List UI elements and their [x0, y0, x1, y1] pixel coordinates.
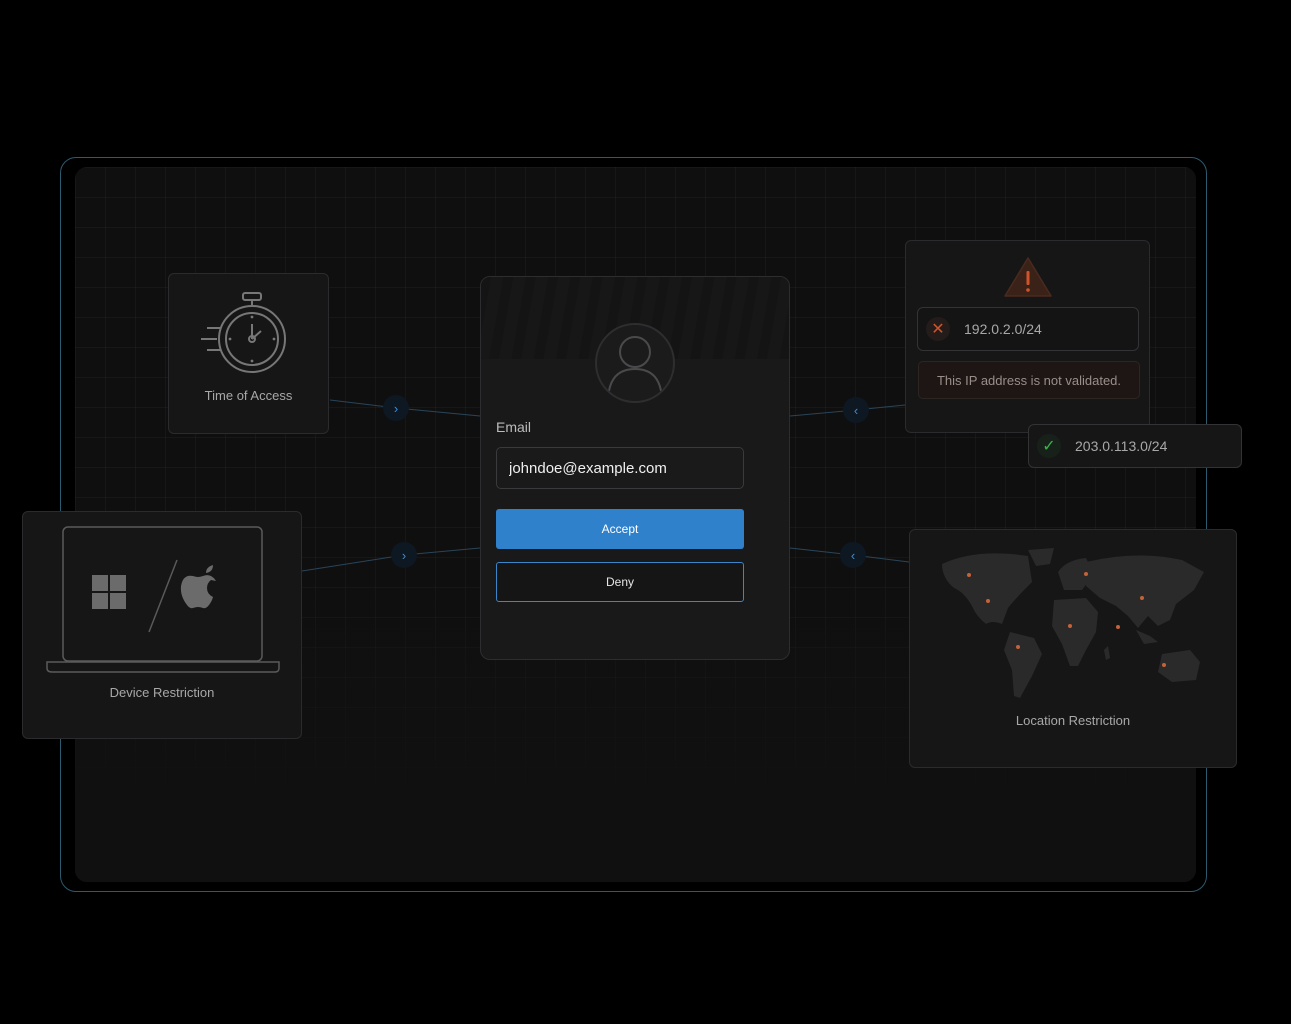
- close-icon: ✕: [926, 317, 950, 341]
- email-field[interactable]: [496, 447, 744, 489]
- ip-validation-card[interactable]: ✕ 192.0.2.0/24 This IP address is not va…: [905, 240, 1150, 433]
- accept-button[interactable]: Accept: [496, 509, 744, 549]
- allowed-ip-row: ✓ 203.0.113.0/24: [1028, 424, 1242, 468]
- windows-logo-icon: [92, 575, 126, 609]
- warning-icon: [1004, 257, 1052, 297]
- connector-node-location: ‹: [840, 542, 866, 568]
- laptop-icon: [46, 526, 280, 673]
- world-map-icon: [942, 548, 1204, 698]
- location-restriction-card[interactable]: Location Restriction: [909, 529, 1237, 768]
- chevron-left-icon: ‹: [850, 547, 856, 563]
- connector-node-ip: ‹: [843, 397, 869, 423]
- connector-node-time: ›: [383, 395, 409, 421]
- chevron-right-icon: ›: [393, 400, 399, 416]
- device-restriction-card[interactable]: Device Restriction: [22, 511, 302, 739]
- device-restriction-caption: Device Restriction: [109, 685, 215, 700]
- ip-warning-message: This IP address is not validated.: [918, 361, 1140, 399]
- blocked-ip-value: 192.0.2.0/24: [964, 321, 1042, 337]
- stopwatch-icon: [201, 292, 286, 373]
- check-icon: ✓: [1037, 434, 1061, 458]
- chevron-right-icon: ›: [401, 547, 407, 563]
- email-label: Email: [496, 419, 532, 435]
- time-of-access-caption: Time of Access: [204, 388, 293, 403]
- time-of-access-card[interactable]: Time of Access: [168, 273, 329, 434]
- connector-node-device: ›: [391, 542, 417, 568]
- blocked-ip-row: ✕ 192.0.2.0/24: [917, 307, 1139, 351]
- apple-logo-icon: [180, 565, 216, 609]
- chevron-left-icon: ‹: [853, 402, 859, 418]
- user-avatar-icon: [595, 323, 675, 403]
- login-card: Email Accept Deny: [480, 276, 790, 660]
- allowed-ip-value: 203.0.113.0/24: [1075, 438, 1168, 454]
- deny-button[interactable]: Deny: [496, 562, 744, 602]
- location-restriction-caption: Location Restriction: [1015, 713, 1131, 728]
